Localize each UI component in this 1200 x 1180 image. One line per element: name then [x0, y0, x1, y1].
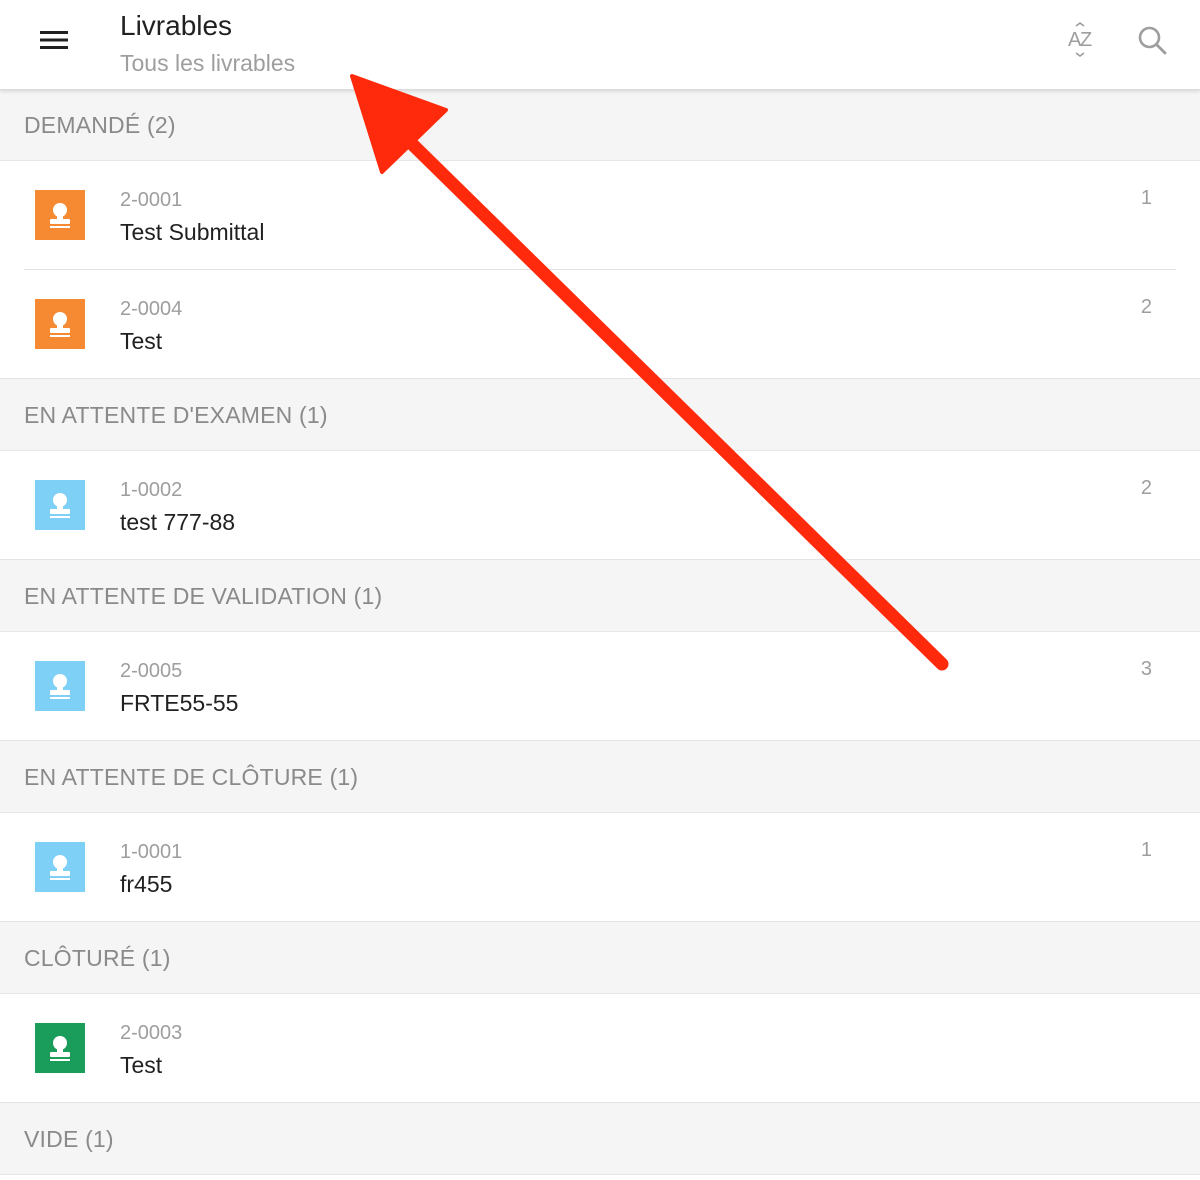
item-number: 1-0002	[120, 479, 183, 501]
item-title: Test Submittal	[120, 219, 265, 245]
item-number: 2-0004	[120, 298, 183, 320]
item-number: 1-0001	[120, 841, 183, 863]
section-header-validation: EN ATTENTE DE VALIDATION (1)	[0, 560, 1200, 632]
list-item[interactable]: 2-0004 Test 2	[0, 270, 1200, 379]
list-item[interactable]: 2-0005 FRTE55-55 3	[0, 632, 1200, 741]
item-title: FRTE55-55	[120, 690, 239, 716]
section-header-examen: EN ATTENTE D'EXAMEN (1)	[0, 379, 1200, 451]
item-count: 2	[1140, 477, 1152, 499]
submittal-list: DEMANDÉ (2) 2-0001 Test Submittal 1 2-00…	[0, 89, 1200, 1175]
list-item[interactable]: 2-0003 Test	[0, 994, 1200, 1103]
item-title: fr455	[120, 871, 173, 897]
list-item[interactable]: 1-0001 fr455 1	[0, 813, 1200, 922]
item-count: 3	[1140, 658, 1152, 680]
list-item[interactable]: 2-0001 Test Submittal 1	[0, 161, 1200, 270]
section-label: VIDE (1)	[24, 1126, 114, 1152]
section-label: EN ATTENTE DE VALIDATION (1)	[24, 583, 383, 609]
item-count: 1	[1140, 187, 1152, 209]
page-title: Livrables	[120, 10, 233, 41]
item-count: 2	[1140, 296, 1152, 318]
item-title: test 777-88	[120, 509, 236, 535]
stamp-icon	[35, 190, 85, 240]
list-item[interactable]: 1-0002 test 777-88 2	[0, 451, 1200, 560]
section-header-demande: DEMANDÉ (2)	[0, 89, 1200, 161]
item-count: 1	[1140, 839, 1152, 861]
stamp-icon	[35, 480, 85, 530]
sort-alpha-icon: A Z	[1062, 21, 1098, 63]
item-number: 2-0005	[120, 660, 183, 682]
sort-glyph-z: Z	[1080, 29, 1092, 51]
item-number: 2-0001	[120, 189, 183, 211]
hamburger-menu-icon	[39, 29, 69, 56]
search-icon	[1137, 25, 1167, 60]
item-number: 2-0003	[120, 1022, 183, 1044]
search-button[interactable]	[1130, 20, 1174, 64]
section-header-vide: VIDE (1)	[0, 1103, 1200, 1175]
section-header-cloture: CLÔTURÉ (1)	[0, 922, 1200, 994]
item-title: Test	[120, 328, 163, 354]
section-label: EN ATTENTE DE CLÔTURE (1)	[24, 764, 359, 790]
stamp-icon	[35, 842, 85, 892]
section-header-cloture-pending: EN ATTENTE DE CLÔTURE (1)	[0, 741, 1200, 813]
sort-button[interactable]: A Z	[1058, 20, 1102, 64]
section-label: DEMANDÉ (2)	[24, 112, 176, 138]
stamp-icon	[35, 1023, 85, 1073]
menu-button[interactable]	[28, 20, 80, 64]
section-label: EN ATTENTE D'EXAMEN (1)	[24, 402, 328, 428]
page-subtitle[interactable]: Tous les livrables	[120, 48, 295, 78]
item-title: Test	[120, 1052, 163, 1078]
app-bar: Livrables Tous les livrables A Z	[0, 0, 1200, 90]
section-label: CLÔTURÉ (1)	[24, 945, 171, 971]
stamp-icon	[35, 299, 85, 349]
stamp-icon	[35, 661, 85, 711]
